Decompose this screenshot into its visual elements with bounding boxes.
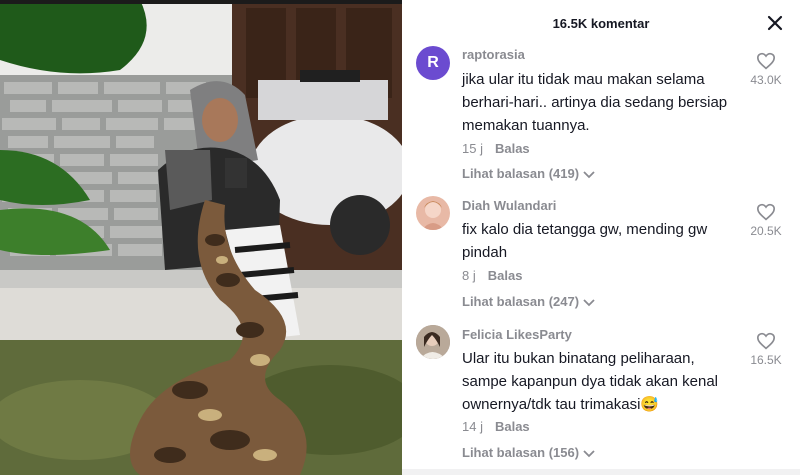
comment-meta: 14 j Balas [462, 419, 530, 434]
chevron-down-icon [583, 170, 595, 178]
like-count: 20.5K [750, 224, 782, 238]
comment-meta: 8 j Balas [462, 268, 522, 283]
chevron-down-icon [583, 449, 595, 457]
comments-panel: 16.5K komentar R raptorasia jika ular it… [402, 0, 800, 475]
comment-time: 8 j [462, 268, 476, 283]
view-replies-button[interactable]: Lihat balasan (247) [462, 294, 595, 309]
like-count: 43.0K [750, 73, 782, 87]
video-frame[interactable] [0, 0, 402, 475]
comment-username[interactable]: raptorasia [462, 47, 525, 62]
view-replies-button[interactable]: Lihat balasan (156) [462, 445, 595, 460]
like-button[interactable]: 16.5K [746, 332, 786, 367]
view-replies-label: Lihat balasan (419) [462, 166, 580, 181]
view-replies-label: Lihat balasan (247) [462, 294, 580, 309]
video-scene [0, 0, 402, 475]
avatar[interactable] [416, 196, 450, 230]
like-button[interactable]: 20.5K [746, 203, 786, 238]
avatar[interactable]: R [416, 46, 450, 80]
comments-header: 16.5K komentar [402, 0, 800, 46]
comment-text: Ular itu bukan binatang peliharaan, samp… [462, 350, 719, 413]
comment-text: fix kalo dia tetangga gw, mending gw pin… [462, 221, 708, 261]
avatar-letter: R [427, 54, 439, 71]
like-button[interactable]: 43.0K [746, 52, 786, 87]
reply-button[interactable]: Balas [495, 141, 530, 156]
video-top-strip [0, 0, 402, 4]
reply-button[interactable]: Balas [488, 268, 523, 283]
comment-time: 14 j [462, 419, 483, 434]
bottom-divider [402, 469, 800, 475]
comment-text: jika ular itu tidak mau makan selama ber… [462, 71, 728, 134]
avatar[interactable] [416, 325, 450, 359]
heart-icon [756, 203, 776, 221]
comment-count-title: 16.5K komentar [552, 16, 650, 31]
comment-meta: 15 j Balas [462, 141, 530, 156]
reply-button[interactable]: Balas [495, 419, 530, 434]
view-replies-button[interactable]: Lihat balasan (419) [462, 166, 595, 181]
heart-icon [756, 52, 776, 70]
view-replies-label: Lihat balasan (156) [462, 445, 580, 460]
comment-username[interactable]: Diah Wulandari [462, 198, 556, 213]
heart-icon [756, 332, 776, 350]
close-icon[interactable] [766, 14, 784, 32]
like-count: 16.5K [750, 353, 782, 367]
comment-username[interactable]: Felicia LikesParty [462, 327, 572, 342]
comment-time: 15 j [462, 141, 483, 156]
chevron-down-icon [583, 298, 595, 306]
